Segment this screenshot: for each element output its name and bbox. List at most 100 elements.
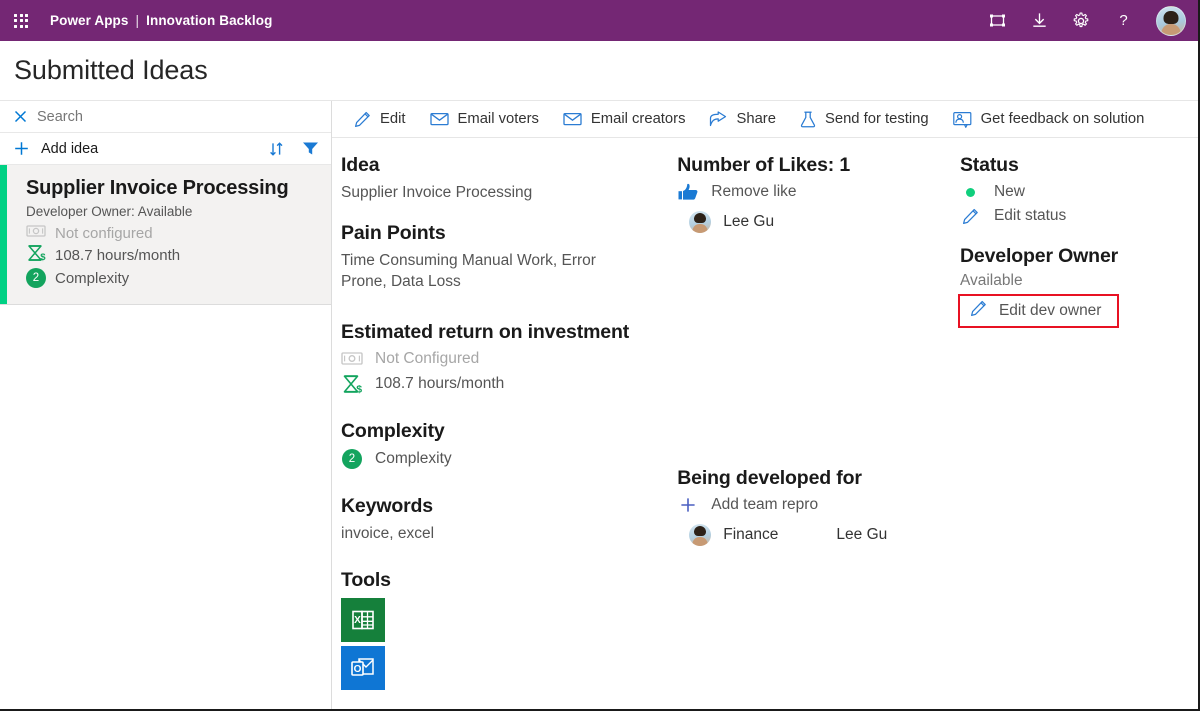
status-dot-icon	[960, 187, 982, 197]
edit-status-label: Edit status	[993, 207, 1067, 224]
send-for-testing-button[interactable]: Send for testing	[788, 101, 941, 137]
plus-icon	[14, 141, 29, 156]
app-launcher-icon[interactable]	[10, 10, 32, 32]
add-idea-button[interactable]: Add idea	[14, 141, 98, 157]
status-badge: New	[993, 183, 1025, 200]
tools-list: X O	[341, 597, 677, 690]
svg-text:?: ?	[1119, 12, 1127, 29]
complexity-badge: 2	[26, 268, 46, 288]
gear-icon[interactable]	[1070, 10, 1092, 32]
get-feedback-button[interactable]: Get feedback on solution	[941, 101, 1157, 137]
add-idea-row: Add idea	[0, 133, 331, 165]
email-creators-button[interactable]: Email creators	[551, 101, 698, 137]
avatar	[689, 524, 712, 546]
filter-icon[interactable]	[302, 141, 319, 156]
edit-dev-owner-button[interactable]: Edit dev owner	[957, 294, 1120, 328]
team-name: Finance	[723, 526, 779, 543]
detail-column-right: Status New Edit status Developer Owner A…	[957, 152, 1198, 709]
idea-card-roi-hours-label: 108.7 hours/month	[55, 246, 181, 264]
plus-icon	[677, 497, 699, 513]
sort-icon[interactable]	[269, 141, 284, 157]
close-icon[interactable]	[14, 110, 27, 123]
add-idea-label: Add idea	[41, 140, 99, 157]
edit-button[interactable]: Edit	[342, 101, 418, 137]
banknote-icon	[341, 351, 363, 366]
fullscreen-icon[interactable]	[986, 10, 1008, 32]
voter-row: Lee Gu	[689, 211, 960, 233]
command-bar: Edit Email voters Email creators Share S…	[332, 101, 1198, 138]
keywords-value: invoice, excel	[341, 524, 435, 542]
search-placeholder: Search	[37, 108, 83, 125]
idea-card-roi-money: Not configured	[26, 224, 317, 242]
page-title-bar: Submitted Ideas	[0, 41, 1198, 100]
add-team-repro-button[interactable]: Add team repro	[677, 496, 960, 514]
svg-text:O: O	[354, 664, 362, 675]
idea-card-roi-money-label: Not configured	[55, 224, 153, 242]
status-row: New	[960, 183, 1198, 201]
mail-icon	[563, 112, 582, 126]
developed-for-heading: Being developed for	[677, 467, 862, 489]
feedback-person-icon	[952, 111, 972, 128]
brand-area: Power Apps | Innovation Backlog	[50, 13, 272, 28]
roi-money-label: Not Configured	[375, 349, 480, 367]
edit-button-label: Edit	[380, 111, 406, 127]
send-for-testing-label: Send for testing	[824, 111, 929, 127]
app-name-label: Innovation Backlog	[146, 13, 273, 28]
add-team-repro-label: Add team repro	[711, 496, 819, 513]
idea-detail-panel: Edit Email voters Email creators Share S…	[332, 101, 1198, 709]
idea-card-title: Supplier Invoice Processing	[26, 177, 289, 199]
idea-heading: Idea	[341, 154, 380, 176]
avatar[interactable]	[1156, 5, 1186, 36]
idea-card-complexity-label: Complexity	[55, 269, 130, 287]
top-navigation-bar: Power Apps | Innovation Backlog ?	[0, 0, 1198, 41]
developer-owner-value: Available	[959, 272, 1023, 289]
banknote-icon	[26, 224, 46, 242]
outlook-icon[interactable]: O	[341, 645, 385, 690]
page-title: Submitted Ideas	[14, 55, 208, 85]
edit-status-button[interactable]: Edit status	[960, 207, 1198, 225]
remove-like-label: Remove like	[711, 183, 797, 200]
email-voters-label: Email voters	[457, 111, 539, 127]
svg-text:$: $	[40, 252, 46, 262]
download-icon[interactable]	[1028, 10, 1050, 32]
app-window: Power Apps | Innovation Backlog ? Submit…	[0, 0, 1200, 711]
edit-dev-owner-label: Edit dev owner	[998, 302, 1102, 319]
svg-text:$: $	[356, 383, 362, 394]
thumbs-up-icon	[677, 183, 699, 201]
team-row: Finance Lee Gu	[689, 524, 960, 546]
complexity-row: 2 Complexity	[341, 448, 677, 469]
detail-column-left: Idea Supplier Invoice Processing Pain Po…	[332, 152, 677, 709]
help-icon[interactable]: ?	[1112, 10, 1134, 32]
get-feedback-label: Get feedback on solution	[980, 111, 1145, 127]
hourglass-dollar-icon: $	[26, 244, 46, 266]
brand-label: Power Apps	[50, 13, 129, 28]
list-tools	[269, 141, 319, 157]
search-input[interactable]: Search	[0, 101, 331, 133]
pain-points-value: Time Consuming Manual Work, Error Prone,…	[341, 251, 596, 290]
mail-icon	[429, 112, 449, 126]
avatar	[689, 211, 712, 233]
likes-heading: Number of Likes: 1	[677, 154, 851, 176]
remove-like-button[interactable]: Remove like	[677, 183, 960, 201]
complexity-label: Complexity	[375, 449, 452, 467]
share-icon	[709, 111, 727, 127]
hourglass-dollar-icon: $	[341, 374, 363, 394]
idea-card-roi-hours: $ 108.7 hours/month	[26, 244, 317, 266]
share-button-label: Share	[736, 111, 776, 127]
excel-icon[interactable]: X	[341, 597, 385, 642]
developer-owner-heading: Developer Owner	[959, 245, 1119, 267]
idea-card-complexity: 2 Complexity	[26, 268, 317, 288]
email-creators-label: Email creators	[590, 111, 686, 127]
share-button[interactable]: Share	[697, 101, 788, 137]
complexity-heading: Complexity	[341, 419, 445, 442]
ideas-list-panel: Search Add idea Supplier Invoice Process…	[0, 101, 332, 709]
email-voters-button[interactable]: Email voters	[418, 101, 551, 137]
topbar-actions: ?	[986, 5, 1186, 36]
detail-column-middle: Number of Likes: 1 Remove like Lee Gu Be…	[677, 152, 960, 709]
roi-hours-row: $ 108.7 hours/month	[341, 374, 677, 394]
status-heading: Status	[959, 154, 1019, 176]
pencil-icon	[960, 208, 982, 225]
list-item[interactable]: Supplier Invoice Processing Developer Ow…	[0, 165, 331, 305]
pencil-icon	[970, 300, 987, 322]
complexity-badge: 2	[342, 448, 362, 469]
